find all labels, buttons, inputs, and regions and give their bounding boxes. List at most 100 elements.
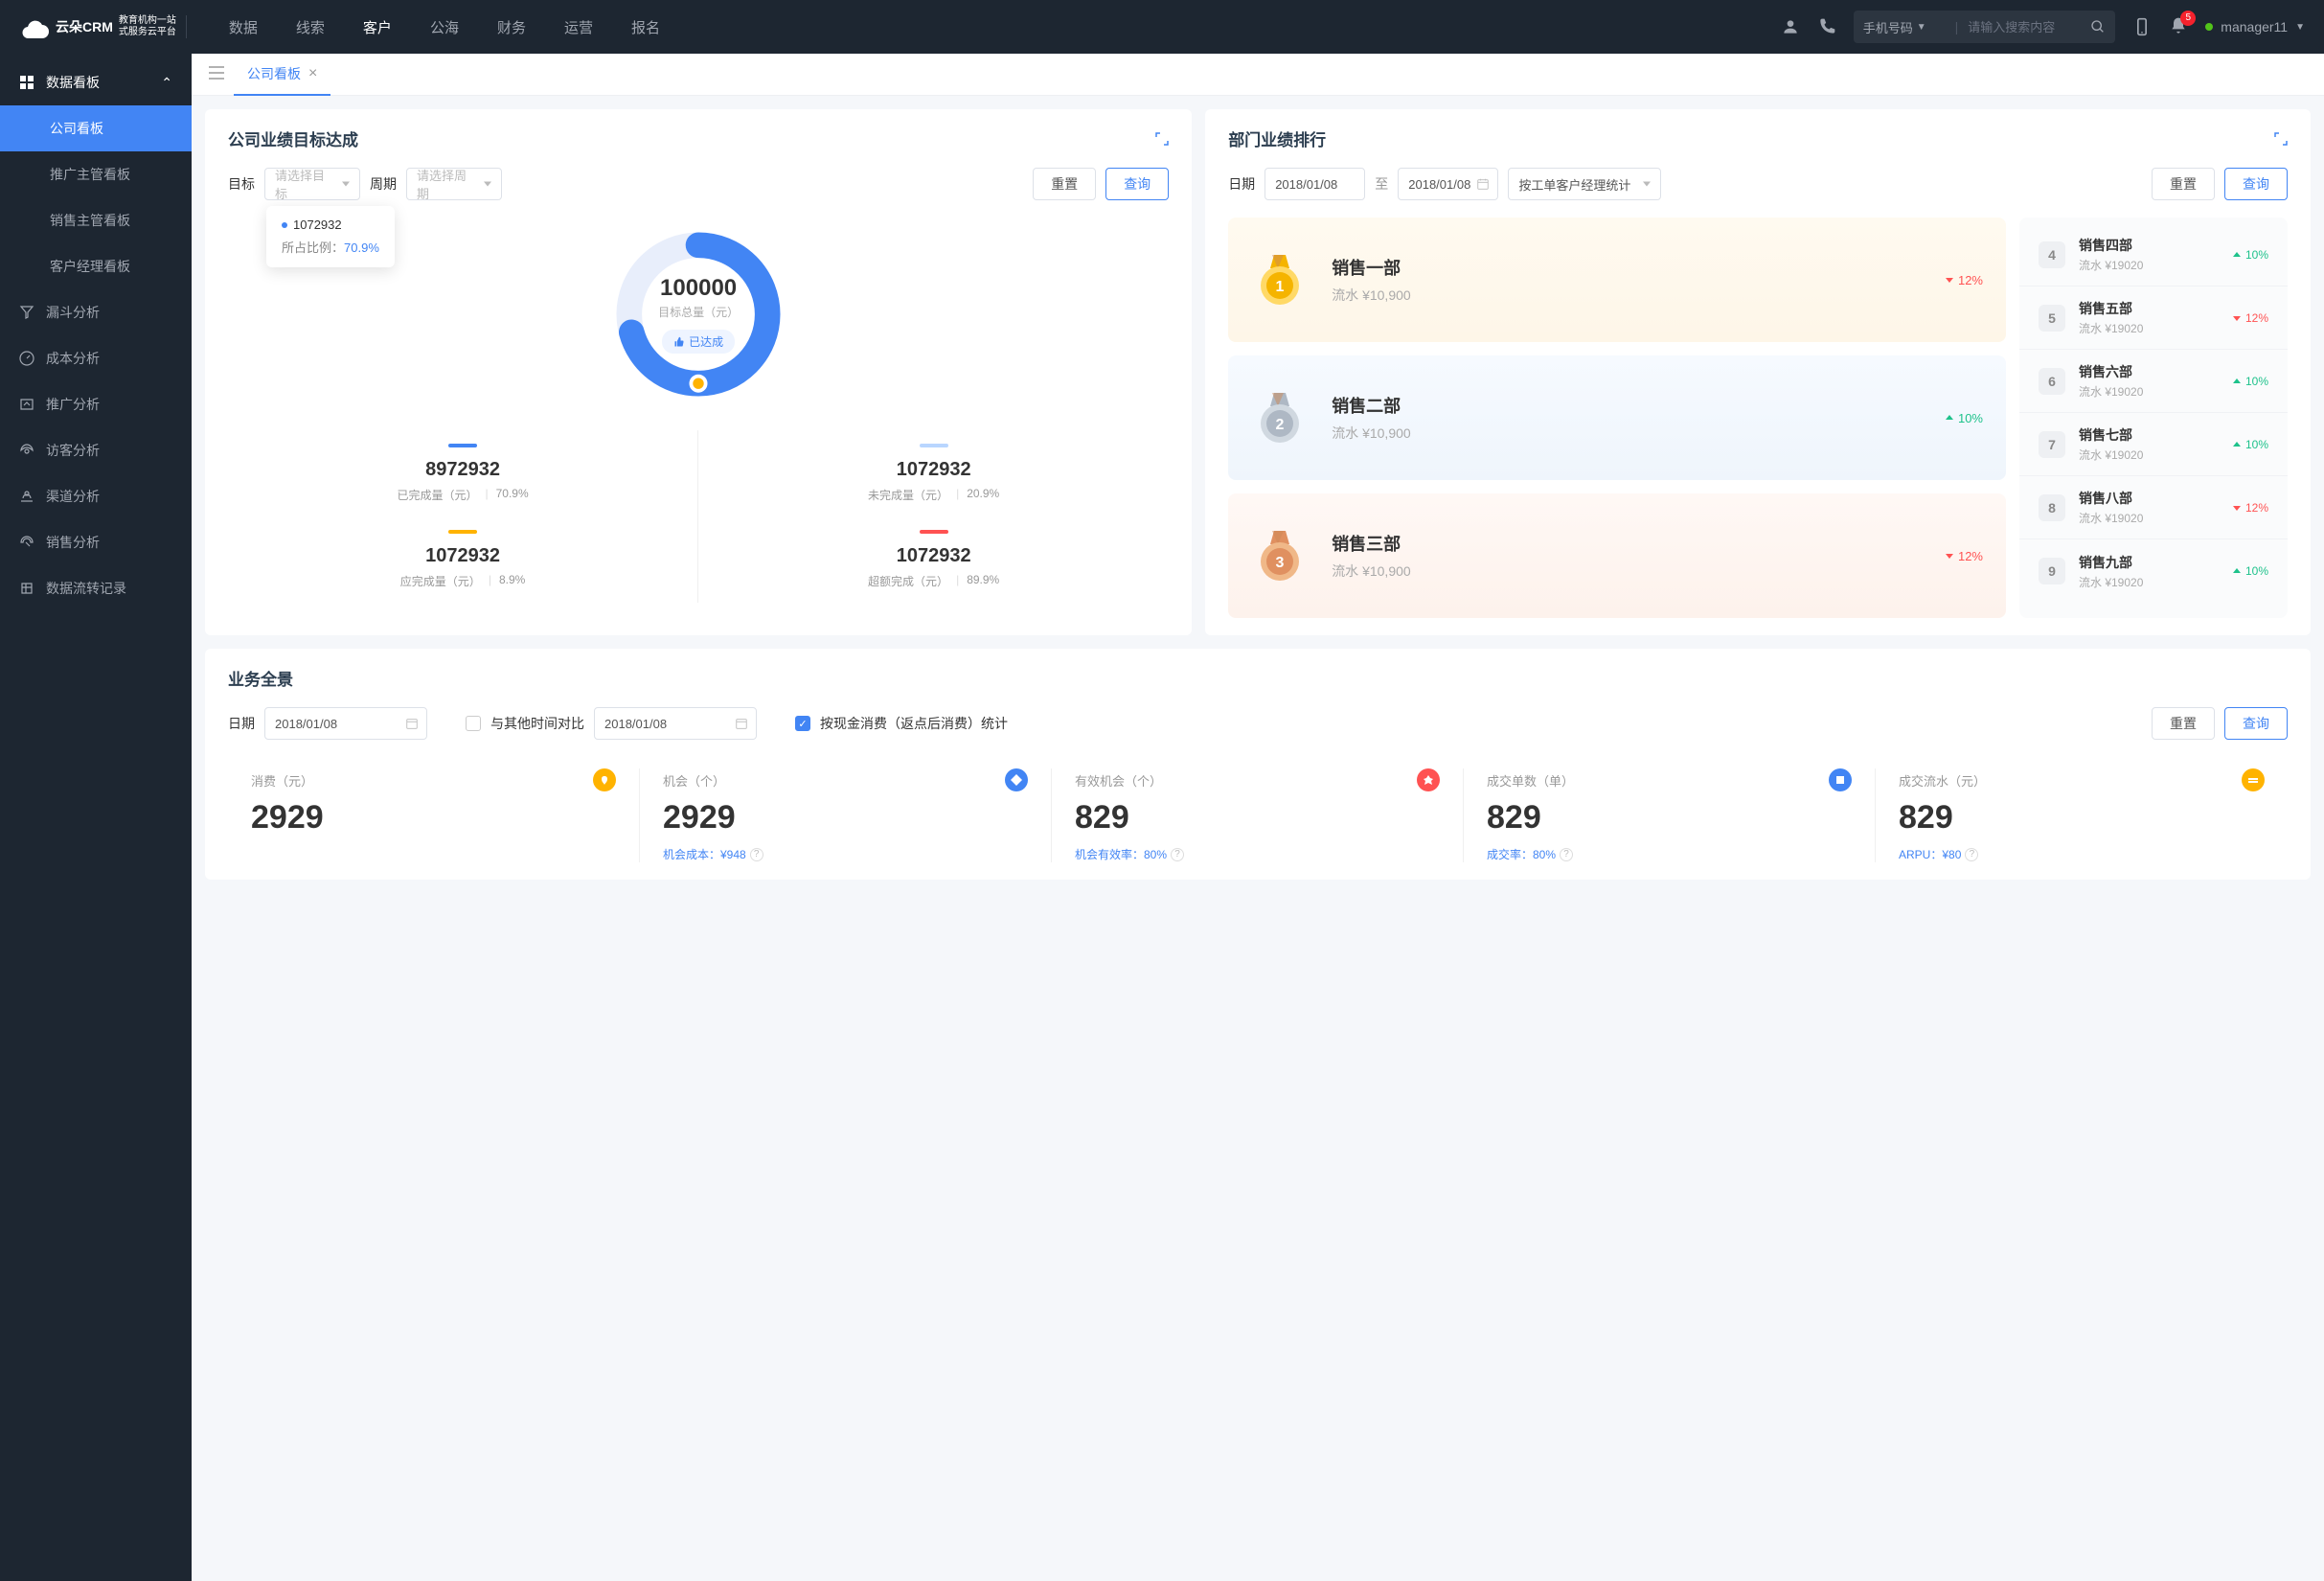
kpi-icon <box>1005 768 1028 791</box>
nav-item-6[interactable]: 报名 <box>614 0 677 54</box>
expand-icon[interactable] <box>2274 132 2288 146</box>
nav-item-5[interactable]: 运营 <box>547 0 610 54</box>
logo: 云朵CRM 教育机构一站 式服务云平台 <box>19 15 187 38</box>
cash-toggle[interactable]: 按现金消费（返点后消费）统计 <box>795 714 1008 733</box>
username: manager11 <box>2221 19 2288 34</box>
sidebar-item-5[interactable]: 销售分析 <box>0 519 192 565</box>
tab-company-board[interactable]: 公司看板 × <box>234 54 330 96</box>
help-icon[interactable]: ? <box>1560 848 1573 861</box>
svg-text:2: 2 <box>1276 417 1285 433</box>
rank-row: 6销售六部流水 ¥1902010% <box>2019 350 2288 413</box>
date-to-input[interactable]: 2018/01/08 <box>1398 168 1498 200</box>
donut-total: 100000 <box>660 275 737 302</box>
rank-row: 8销售八部流水 ¥1902012% <box>2019 476 2288 539</box>
reset-button[interactable]: 重置 <box>2152 168 2215 200</box>
goal-filters: 目标 请选择目标 周期 请选择周期 重置 查询 <box>228 168 1169 200</box>
medal-icon: 1 <box>1251 251 1309 309</box>
reset-button[interactable]: 重置 <box>2152 707 2215 740</box>
search-type-select[interactable]: 手机号码 ▼ <box>1863 18 1946 36</box>
menu-icon <box>19 489 34 504</box>
rank-row: 4销售四部流水 ¥1902010% <box>2019 223 2288 286</box>
help-icon[interactable]: ? <box>1171 848 1184 861</box>
app-header: 云朵CRM 教育机构一站 式服务云平台 数据线索客户公海财务运营报名 手机号码 … <box>0 0 2324 54</box>
kpi-card-0: 消费（元）2929 <box>228 768 640 862</box>
arrow-icon <box>1945 551 1954 561</box>
phone-icon[interactable] <box>1817 17 1836 36</box>
sidebar-item-2[interactable]: 推广分析 <box>0 381 192 427</box>
date-label: 日期 <box>1228 174 1255 194</box>
nav-item-4[interactable]: 财务 <box>480 0 543 54</box>
arrow-icon <box>2232 313 2242 323</box>
metric-item: 8972932已完成量（元）|70.9% <box>228 430 698 516</box>
help-icon[interactable]: ? <box>1965 848 1978 861</box>
nav-item-0[interactable]: 数据 <box>212 0 275 54</box>
kpi-icon <box>2242 768 2265 791</box>
sidebar-sub-1[interactable]: 推广主管看板 <box>0 151 192 197</box>
menu-icon <box>19 397 34 412</box>
arrow-icon <box>2232 440 2242 449</box>
kpi-icon <box>593 768 616 791</box>
period-select[interactable]: 请选择周期 <box>406 168 502 200</box>
sidebar-sub-0[interactable]: 公司看板 <box>0 105 192 151</box>
expand-icon[interactable] <box>1155 132 1169 146</box>
query-button[interactable]: 查询 <box>2224 168 2288 200</box>
checkbox-unchecked <box>466 716 481 731</box>
search-bar: 手机号码 ▼ | <box>1854 11 2116 43</box>
status-dot <box>2205 23 2213 31</box>
groupby-select[interactable]: 按工单客户经理统计 <box>1508 168 1661 200</box>
sidebar-item-3[interactable]: 访客分析 <box>0 427 192 473</box>
date-input-2[interactable]: 2018/01/08 <box>594 707 757 740</box>
menu-icon <box>19 535 34 550</box>
date-from-input[interactable]: 2018/01/08 <box>1265 168 1365 200</box>
brand-name: 云朵CRM <box>56 17 113 36</box>
kpi-icon <box>1417 768 1440 791</box>
sidebar-item-4[interactable]: 渠道分析 <box>0 473 192 519</box>
arrow-icon <box>1945 413 1954 423</box>
kpi-card-3: 成交单数（单）829成交率：80% ? <box>1464 768 1876 862</box>
sidebar-item-0[interactable]: 漏斗分析 <box>0 289 192 335</box>
menu-icon <box>19 581 34 596</box>
overview-panel: 业务全景 日期 2018/01/08 与其他时间对比 2018/01/08 按现… <box>205 649 2311 880</box>
panel-title: 公司业绩目标达成 <box>228 126 358 150</box>
notification-button[interactable]: 5 <box>2169 16 2188 38</box>
kpi-icon <box>1829 768 1852 791</box>
sidebar-sub-3[interactable]: 客户经理看板 <box>0 243 192 289</box>
sidebar-item-6[interactable]: 数据流转记录 <box>0 565 192 611</box>
main-area: 公司看板 × 公司业绩目标达成 目标 请选择目标 周期 请选择周期 重置 查询 <box>192 54 2324 1581</box>
mobile-icon[interactable] <box>2132 17 2152 36</box>
sidebar-item-1[interactable]: 成本分析 <box>0 335 192 381</box>
sidebar-sub-2[interactable]: 销售主管看板 <box>0 197 192 243</box>
compare-toggle[interactable]: 与其他时间对比 <box>466 714 584 733</box>
query-button[interactable]: 查询 <box>1105 168 1169 200</box>
panel-title: 部门业绩排行 <box>1228 126 1326 150</box>
search-icon[interactable] <box>2090 19 2106 34</box>
query-button[interactable]: 查询 <box>2224 707 2288 740</box>
rank-row: 9销售九部流水 ¥1902010% <box>2019 539 2288 603</box>
kpi-card-1: 机会（个）2929机会成本：¥948 ? <box>640 768 1052 862</box>
search-input[interactable] <box>1968 20 2083 34</box>
period-label: 周期 <box>370 174 397 194</box>
reset-button[interactable]: 重置 <box>1033 168 1096 200</box>
nav-item-2[interactable]: 客户 <box>346 0 409 54</box>
target-select[interactable]: 请选择目标 <box>264 168 360 200</box>
brand-sub: 教育机构一站 式服务云平台 <box>119 15 176 38</box>
user-icon[interactable] <box>1781 17 1800 36</box>
rank-card-3: 3销售三部流水 ¥10,90012% <box>1228 493 2006 618</box>
sidebar-group-dashboard[interactable]: 数据看板 ⌃ <box>0 59 192 105</box>
top-nav: 数据线索客户公海财务运营报名 <box>212 0 1781 54</box>
date-label: 日期 <box>228 714 255 733</box>
arrow-icon <box>1945 275 1954 285</box>
date-input-1[interactable]: 2018/01/08 <box>264 707 427 740</box>
medal-icon: 3 <box>1251 527 1309 584</box>
nav-item-3[interactable]: 公海 <box>413 0 476 54</box>
nav-item-1[interactable]: 线索 <box>279 0 342 54</box>
chevron-up-icon: ⌃ <box>161 75 172 91</box>
arrow-icon <box>2232 503 2242 513</box>
target-label: 目标 <box>228 174 255 194</box>
kpi-card-2: 有效机会（个）829机会有效率：80% ? <box>1052 768 1464 862</box>
user-menu[interactable]: manager11 ▼ <box>2205 19 2305 34</box>
collapse-menu-button[interactable] <box>201 62 232 86</box>
close-icon[interactable]: × <box>308 65 317 82</box>
help-icon[interactable]: ? <box>750 848 763 861</box>
dashboard-icon <box>19 75 34 90</box>
